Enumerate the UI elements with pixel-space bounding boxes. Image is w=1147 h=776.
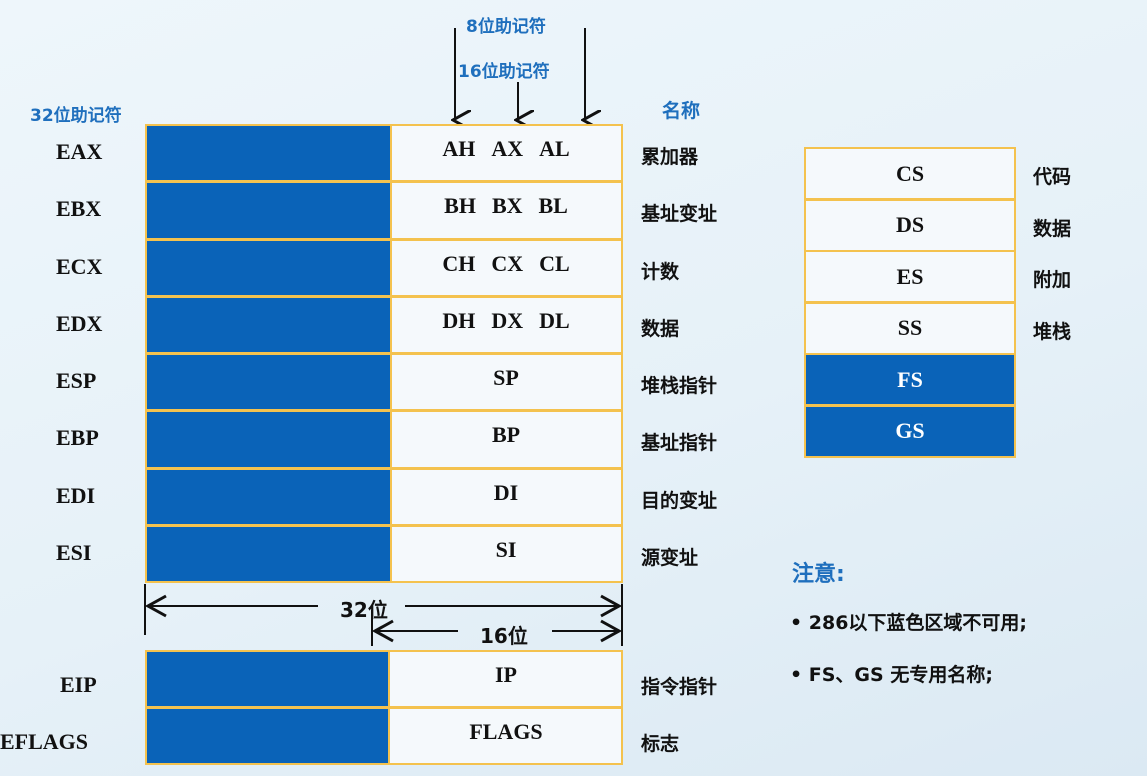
ctrl16-label-flags: FLAGS (469, 719, 543, 744)
reg-parts-ecx: CH CX CL (390, 251, 622, 277)
ctrl-name-eflags: 标志 (641, 733, 680, 755)
ctrl16-label-ip: IP (495, 662, 517, 687)
segment-es: ES (804, 250, 1016, 303)
reg-name-edx: 数据 (641, 317, 680, 340)
reg32-label-edx: EDX (56, 310, 103, 336)
reg-part-dx: DX (491, 307, 524, 333)
reg32-label-esi: ESI (56, 539, 92, 565)
reg-part-cx: CX (491, 250, 524, 276)
reg16-label-bp: BP (491, 422, 521, 448)
width-32bit-label: 32位 (340, 598, 388, 622)
ctrl32-upper-eip (145, 650, 390, 708)
reg32-label-ebx: EBX (56, 196, 102, 222)
reg32-label-eax: EAX (56, 139, 103, 164)
segment-ds: DS (804, 198, 1016, 252)
note-item-1: • 286以下蓝色区域不可用; (790, 612, 1028, 634)
reg-parts-eax: AH AX AL (390, 136, 622, 162)
segment-fs: FS (804, 353, 1016, 406)
reg-name-ebp: 基址指针 (641, 432, 718, 455)
reg-name-esi: 源变址 (641, 546, 699, 569)
segment-gs: GS (804, 404, 1016, 458)
reg32-upper-edx (145, 295, 392, 354)
note-title: 注意: (792, 562, 845, 587)
reg-parts-ebx: BH BX BL (390, 193, 622, 219)
reg32-upper-ebx (145, 181, 392, 240)
reg-part-dl: DL (539, 307, 570, 333)
reg-part-ah: AH (442, 136, 476, 161)
reg-name-esp: 堆栈指针 (641, 375, 718, 397)
reg32-label-esp: ESP (56, 368, 97, 393)
reg32-upper-ecx (145, 238, 392, 297)
note-item-2: • FS、GS 无专用名称; (790, 664, 993, 686)
reg-part-dh: DH (442, 307, 476, 333)
reg32-label-ebp: EBP (56, 425, 99, 451)
reg32-upper-eax (145, 124, 392, 183)
reg32-upper-ebp (145, 410, 392, 469)
ctrl32-label-eflags: EFLAGS (0, 729, 89, 754)
reg-name-eax: 累加器 (641, 146, 699, 168)
reg32-label-edi: EDI (56, 482, 96, 508)
segment-name-ds: 数据 (1033, 217, 1072, 240)
segment-name-cs: 代码 (1033, 166, 1072, 188)
reg-part-al: AL (539, 136, 570, 161)
reg32-label-ecx: ECX (56, 253, 103, 279)
reg-part-cl: CL (539, 250, 570, 276)
reg-part-ch: CH (442, 250, 476, 276)
reg16-label-sp: SP (493, 365, 519, 390)
reg-part-bh: BH (444, 193, 476, 219)
reg32-upper-esp (145, 353, 392, 412)
segment-ss: SS (804, 301, 1016, 355)
reg-name-edi: 目的变址 (641, 489, 718, 512)
ctrl32-upper-eflags (145, 707, 390, 765)
reg32-upper-edi (145, 467, 392, 526)
ctrl-name-eip: 指令指针 (641, 676, 718, 698)
reg32-upper-esi (145, 524, 392, 583)
segment-cs: CS (804, 147, 1016, 200)
reg-name-ebx: 基址变址 (641, 203, 718, 226)
reg-name-ecx: 计数 (641, 260, 680, 283)
reg16-label-si: SI (495, 536, 517, 562)
reg16-label-di: DI (493, 479, 519, 505)
reg-part-ax: AX (491, 136, 524, 161)
segment-name-es: 附加 (1033, 269, 1072, 291)
reg-parts-edx: DH DX DL (390, 308, 622, 334)
reg-part-bl: BL (538, 193, 568, 219)
reg-part-bx: BX (491, 193, 523, 219)
ctrl32-label-eip: EIP (60, 672, 97, 697)
segment-name-ss: 堆栈 (1033, 320, 1072, 343)
width-16bit-label: 16位 (480, 624, 528, 648)
